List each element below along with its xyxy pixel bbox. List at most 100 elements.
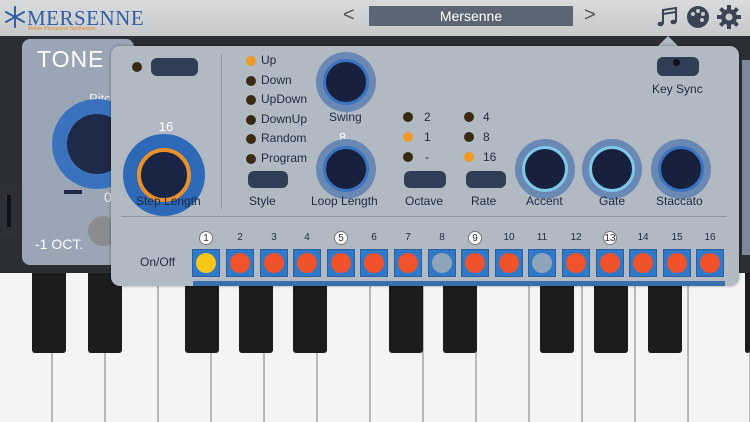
step-number-12: 12: [570, 232, 582, 243]
step-number-14: 14: [637, 232, 649, 243]
piano-keyboard[interactable]: [0, 273, 750, 422]
octave-option-none[interactable]: -: [425, 150, 429, 164]
style-option-down[interactable]: Down: [261, 73, 292, 87]
step-number-15: 15: [671, 232, 683, 243]
octave-label: Octave: [405, 194, 444, 208]
step-number-11: 11: [536, 232, 548, 243]
step-toggle-12[interactable]: [562, 249, 590, 277]
tone-panel-title: TONE: [37, 46, 105, 72]
style-option-random[interactable]: Random: [261, 131, 306, 145]
rate-option-16[interactable]: 16: [483, 150, 496, 164]
key-sync-indicator: [673, 59, 680, 66]
step-toggle-2[interactable]: [226, 249, 254, 277]
style-option-updown[interactable]: UpDown: [261, 92, 307, 106]
step-number-4: 4: [304, 232, 310, 243]
rate-button[interactable]: [466, 171, 506, 188]
step-toggle-5[interactable]: [327, 249, 355, 277]
style-option-dot[interactable]: [246, 95, 256, 105]
step-toggle-3[interactable]: [260, 249, 288, 277]
key-sync-label: Key Sync: [652, 82, 703, 96]
accent-knob-cap: [522, 146, 568, 192]
next-preset-button[interactable]: >: [584, 4, 596, 27]
logo-subtitle: Mobile Percussive Synthesizer: [28, 26, 97, 32]
step-toggle-6[interactable]: [360, 249, 388, 277]
step-toggle-8[interactable]: [428, 249, 456, 277]
arp-enable-indicator: [132, 62, 142, 72]
step-number-13: 13: [603, 231, 617, 245]
style-option-up[interactable]: Up: [261, 53, 276, 67]
style-option-dot[interactable]: [246, 56, 256, 66]
step-onoff-label: On/Off: [140, 255, 176, 269]
step-length-label: Step Length: [136, 194, 201, 208]
octave-option-dot[interactable]: [403, 112, 413, 122]
style-label: Style: [249, 194, 276, 208]
white-key[interactable]: [689, 273, 750, 422]
accent-label: Accent: [526, 194, 563, 208]
swing-knob-cap: [323, 59, 369, 105]
step-number-6: 6: [371, 232, 377, 243]
style-option-dot[interactable]: [246, 134, 256, 144]
step-toggle-10[interactable]: [495, 249, 523, 277]
divider-horizontal: [121, 216, 727, 217]
black-key[interactable]: [745, 273, 750, 353]
pitch-min-marker: [64, 190, 82, 194]
step-toggle-9[interactable]: [461, 249, 489, 277]
step-led: [264, 253, 284, 273]
step-toggle-14[interactable]: [629, 249, 657, 277]
step-number-1: 1: [199, 231, 213, 245]
prev-preset-button[interactable]: <: [343, 4, 355, 27]
style-option-dot[interactable]: [246, 76, 256, 86]
step-led: [566, 253, 586, 273]
rate-option-8[interactable]: 8: [483, 130, 490, 144]
step-led: [297, 253, 317, 273]
step-led: [465, 253, 485, 273]
step-led: [532, 253, 552, 273]
step-toggle-4[interactable]: [293, 249, 321, 277]
step-led: [398, 253, 418, 273]
step-number-9: 9: [468, 231, 482, 245]
step-toggle-1[interactable]: [192, 249, 220, 277]
step-led: [331, 253, 351, 273]
octave-option-1[interactable]: 1: [424, 130, 431, 144]
style-option-downup[interactable]: DownUp: [261, 112, 307, 126]
step-led: [667, 253, 687, 273]
style-option-dot[interactable]: [246, 115, 256, 125]
step-toggle-16[interactable]: [696, 249, 724, 277]
preset-name-display[interactable]: Mersenne: [369, 6, 573, 26]
step-number-2: 2: [237, 232, 243, 243]
step-toggle-13[interactable]: [596, 249, 624, 277]
octave-option-dot[interactable]: [403, 132, 413, 142]
music-notes-icon[interactable]: [655, 5, 679, 29]
octave-option-2[interactable]: 2: [424, 110, 431, 124]
rate-option-dot[interactable]: [464, 132, 474, 142]
gate-knob-cap: [589, 146, 635, 192]
octave-button[interactable]: [404, 171, 446, 188]
white-key[interactable]: [477, 273, 529, 422]
step-toggle-15[interactable]: [663, 249, 691, 277]
style-option-dot[interactable]: [246, 154, 256, 164]
step-led: [432, 253, 452, 273]
step-led: [700, 253, 720, 273]
style-button[interactable]: [248, 171, 288, 188]
arpeggiator-popup: 16 Step Length Up Down UpDown DownUp Ran…: [111, 46, 739, 286]
step-led: [230, 253, 250, 273]
right-panel-edge: [742, 60, 750, 255]
style-option-program[interactable]: Program: [261, 151, 307, 165]
side-handle-grip: [7, 195, 11, 227]
octave-option-dot[interactable]: [403, 152, 413, 162]
gear-icon[interactable]: [717, 5, 741, 29]
rate-option-dot[interactable]: [464, 152, 474, 162]
step-toggle-11[interactable]: [528, 249, 556, 277]
black-key[interactable]: [32, 273, 66, 353]
rate-option-dot[interactable]: [464, 112, 474, 122]
step-row-second-edge: [193, 281, 725, 286]
palette-icon[interactable]: [686, 5, 710, 29]
step-number-16: 16: [704, 232, 716, 243]
step-toggle-7[interactable]: [394, 249, 422, 277]
step-led: [196, 253, 216, 273]
rate-option-4[interactable]: 4: [483, 110, 490, 124]
step-number-7: 7: [405, 232, 411, 243]
arp-enable-button[interactable]: [151, 58, 198, 76]
step-number-3: 3: [271, 232, 277, 243]
swing-label: Swing: [329, 110, 362, 124]
